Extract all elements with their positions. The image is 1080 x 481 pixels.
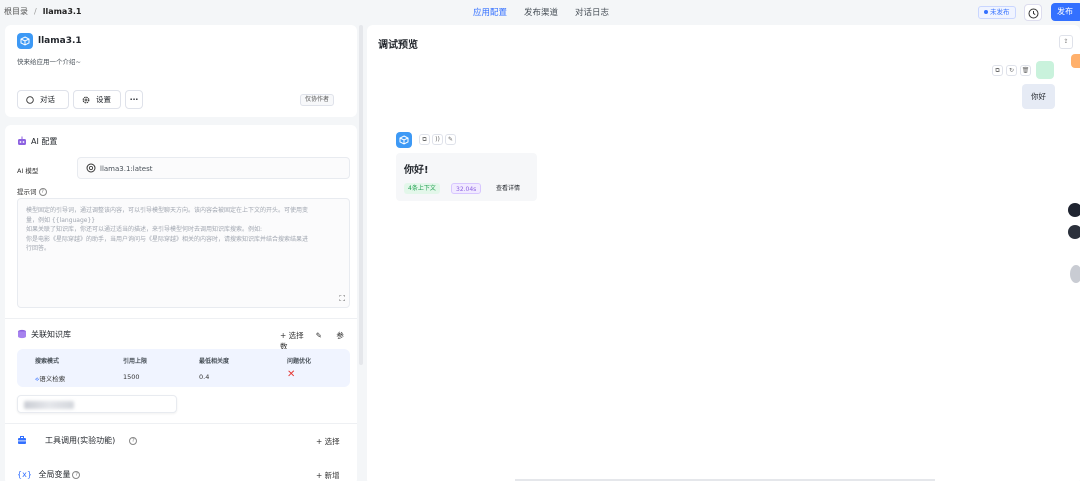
settings-button[interactable]: 设置: [73, 90, 121, 109]
robot-icon: [18, 136, 26, 145]
speaker-icon[interactable]: )): [432, 134, 443, 145]
status-dot-icon: [984, 10, 988, 14]
divider: [5, 318, 357, 319]
app-logo: [17, 33, 33, 49]
expand-icon[interactable]: ⛶: [339, 294, 345, 304]
breadcrumb: 根目录 / llama3.1: [4, 6, 82, 17]
blurred-name: [24, 401, 74, 409]
prompt-textarea[interactable]: 模型固定的引导词，通过调整该内容，可以引导模型聊天方向。该内容会被固定在上下文的…: [17, 198, 350, 308]
author-only-tag[interactable]: 仅协作者: [300, 94, 335, 106]
preview-title: 调试预览: [378, 40, 418, 51]
floating-plus-icon[interactable]: [1068, 203, 1080, 217]
prompt-label: 提示词: [17, 188, 37, 196]
retry-icon[interactable]: ↻: [1006, 65, 1017, 76]
context-tag[interactable]: 4条上下文: [404, 183, 440, 194]
chat-button-label: 对话: [40, 95, 55, 104]
var-title: {x} 全局变量?: [17, 469, 81, 480]
kb-value-mode-text: 语义检索: [39, 375, 66, 383]
breadcrumb-root[interactable]: 根目录: [4, 7, 28, 16]
kb-select-button[interactable]: + 选择: [280, 331, 304, 340]
model-label: AI 模型: [17, 167, 39, 175]
variable-icon: {x}: [17, 470, 32, 479]
help-icon[interactable]: ?: [129, 436, 138, 445]
kb-header-relevance: 最低相关度: [199, 358, 230, 365]
delete-icon[interactable]: 🗑: [1020, 65, 1031, 76]
edit-icon: ✎: [315, 331, 325, 340]
prompt-placeholder-line: 量，例如 {{language}}: [26, 216, 96, 224]
tab-bar: 应用配置 发布渠道 对话日志: [473, 6, 609, 18]
toolbox-icon: [18, 436, 26, 444]
user-message: 你好: [1022, 84, 1055, 109]
floating-translate-icon[interactable]: [1068, 225, 1080, 239]
chat-button[interactable]: 对话: [17, 90, 69, 109]
tool-label-wrap: 工具调用(实验功能)?: [31, 436, 138, 445]
chat-bubble-icon: [26, 96, 34, 104]
divider: [5, 423, 357, 424]
prompt-placeholder-line: 行回答。: [26, 245, 51, 252]
edit-icon[interactable]: ✎: [445, 134, 456, 145]
gear-icon: [82, 96, 90, 104]
kb-header-limit: 引用上限: [123, 358, 148, 365]
tool-label: 工具调用(实验功能): [45, 436, 116, 445]
help-icon[interactable]: ?: [72, 470, 81, 479]
breadcrumb-current: llama3.1: [42, 7, 82, 16]
copy-icon[interactable]: ⧉: [992, 65, 1003, 76]
app-name: llama3.1: [38, 36, 82, 46]
kb-header-mode: 搜索模式: [35, 358, 60, 365]
copy-icon[interactable]: ⧉: [419, 134, 430, 145]
floating-avatar-icon[interactable]: [1070, 265, 1080, 283]
ai-avatar: [396, 132, 412, 148]
app-intro[interactable]: 快来给应用一个介绍~: [17, 56, 81, 66]
kb-header-optimize: 问题优化: [287, 358, 312, 365]
tab-chat-logs[interactable]: 对话日志: [575, 6, 609, 18]
response-time-tag: 32.04s: [451, 183, 482, 194]
tab-app-config[interactable]: 应用配置: [473, 6, 507, 18]
top-bar: 根目录 / llama3.1 应用配置 发布渠道 对话日志 未发布 发布: [0, 0, 1080, 24]
kb-title: 关联知识库: [17, 329, 71, 340]
prompt-placeholder-line: 模型固定的引导词，通过调整该内容，可以引导模型聊天方向。该内容会被固定在上下文的…: [26, 207, 309, 214]
kb-label: 关联知识库: [31, 330, 71, 339]
tool-select-button[interactable]: + 选择: [316, 436, 340, 447]
preview-panel: 调试预览 ⇪ ⧉ ↻ 🗑 你好 ⧉ )) ✎ 你好! 4条上下文 32.04s …: [367, 25, 1080, 481]
prompt-placeholder-line: 如果关联了知识库，你还可以通过适当的描述，来引导模型何时去调用知识库搜索。例如:: [26, 226, 263, 233]
help-icon[interactable]: ?: [38, 188, 47, 196]
knowledge-base-chip[interactable]: [17, 395, 177, 413]
ai-config-title: AI 配置: [17, 136, 57, 147]
kb-value-limit: 1500: [123, 373, 140, 381]
cube-icon: [399, 135, 409, 145]
clock-icon: [1028, 8, 1039, 19]
close-icon: ✕: [287, 369, 296, 380]
status-badge: 未发布: [978, 6, 1016, 19]
prompt-label-row: 提示词?: [17, 186, 47, 196]
var-label: 全局变量: [38, 470, 71, 479]
breadcrumb-separator: /: [34, 7, 37, 16]
ai-message: 你好! 4条上下文 32.04s 查看详情: [396, 153, 537, 201]
history-button[interactable]: [1024, 4, 1042, 21]
config-card: AI 配置 AI 模型 llama3.1:latest 提示词? 模型固定的引导…: [5, 125, 357, 481]
tool-title: 工具调用(实验功能)?: [17, 435, 138, 446]
ai-message-text: 你好!: [404, 165, 429, 176]
app-info-card: llama3.1 快来给应用一个介绍~ 对话 设置 ··· 仅协作者: [5, 25, 357, 117]
kb-value-mode: ⟡语义检索: [35, 373, 65, 384]
share-icon[interactable]: ⇪: [1059, 35, 1073, 49]
floating-assistant-icon[interactable]: [1071, 54, 1080, 68]
database-icon: [18, 329, 26, 339]
model-value: llama3.1:latest: [100, 165, 153, 173]
kb-params-table: 搜索模式 引用上限 最低相关度 问题优化 ⟡语义检索 1500 0.4 ✕: [17, 349, 350, 387]
kb-value-relevance: 0.4: [199, 373, 210, 381]
publish-button[interactable]: 发布: [1051, 3, 1080, 21]
openai-icon: [86, 163, 96, 173]
cube-icon: [20, 36, 30, 46]
status-text: 未发布: [990, 8, 1010, 16]
tab-publish-channel[interactable]: 发布渠道: [524, 6, 558, 18]
view-detail-link[interactable]: 查看详情: [492, 183, 524, 194]
user-avatar: [1036, 61, 1054, 79]
left-scrollbar[interactable]: [359, 25, 363, 365]
ai-config-label: AI 配置: [31, 137, 58, 146]
var-add-button[interactable]: + 新增: [316, 470, 340, 481]
prompt-placeholder-line: 你是电影《星际穿越》的助手，当用户询问与《星际穿越》相关的内容时，请搜索知识库并…: [26, 235, 309, 243]
more-button[interactable]: ···: [125, 90, 143, 109]
model-select[interactable]: llama3.1:latest: [77, 157, 350, 179]
settings-button-label: 设置: [96, 95, 111, 104]
